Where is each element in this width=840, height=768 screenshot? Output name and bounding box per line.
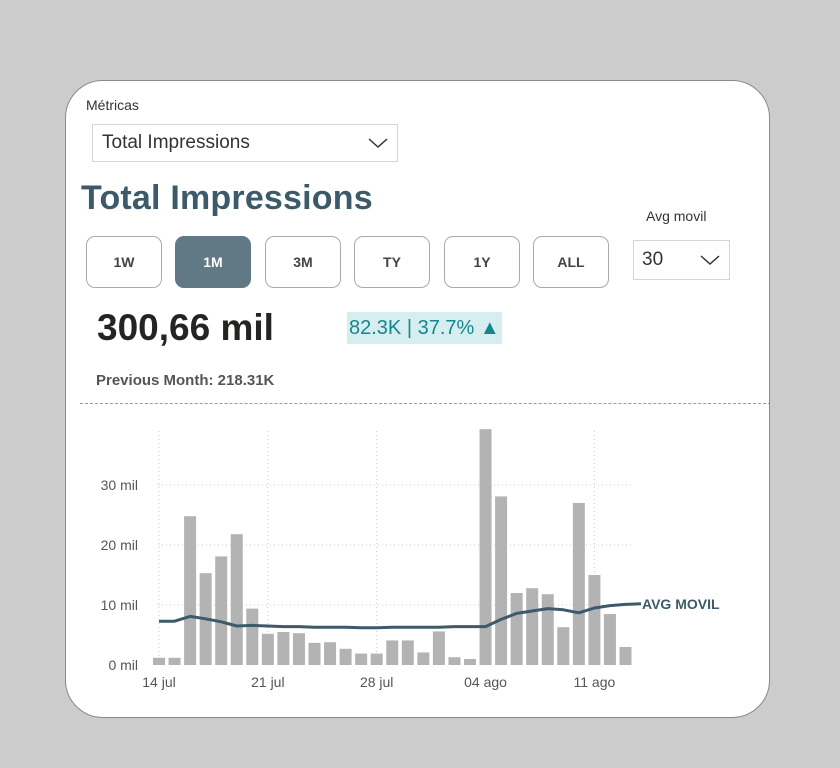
x-tick-label: 28 jul [360, 674, 393, 690]
y-tick-label: 10 mil [101, 597, 138, 613]
kpi-value: 300,66 mil [97, 307, 274, 348]
x-tick-label: 14 jul [142, 674, 175, 690]
x-tick-label: 04 ago [464, 674, 507, 690]
bar [603, 614, 616, 665]
divider [80, 403, 769, 404]
bar [510, 593, 523, 665]
avg-movil-label: Avg movil [646, 208, 707, 224]
bar [168, 657, 181, 665]
bar [572, 503, 585, 665]
impressions-card: Métricas Total Impressions Total Impress… [65, 80, 770, 718]
y-tick-label: 20 mil [101, 537, 138, 553]
bar [401, 640, 414, 665]
chevron-down-icon [700, 255, 720, 266]
previous-month-value: Previous Month: 218.31K [96, 372, 275, 389]
bar [557, 627, 570, 665]
bar [246, 608, 259, 665]
avg-movil-dropdown[interactable]: 30 [633, 240, 730, 280]
impressions-chart: 0 mil 10 mil 20 mil 30 mil 14 jul 21 jul 28 ju… [101, 429, 720, 690]
bar [526, 588, 539, 665]
bar [619, 647, 632, 665]
metric-filter-label: Métricas [86, 97, 139, 113]
range-button-all[interactable]: ALL [533, 236, 609, 288]
bar [588, 575, 601, 665]
y-tick-label: 0 mil [108, 657, 138, 673]
bar [432, 631, 445, 665]
bar [464, 659, 476, 665]
chevron-down-icon [368, 138, 388, 149]
bar [479, 429, 492, 665]
range-button-1m[interactable]: 1M [175, 236, 251, 288]
series-label: AVG MOVIL [642, 596, 720, 612]
range-button-1w[interactable]: 1W [86, 236, 162, 288]
metric-dropdown-value: Total Impressions [102, 132, 250, 153]
avg-movil-value: 30 [642, 249, 664, 270]
kpi-delta-badge: 82.3K | 37.7% ▲ [347, 312, 502, 344]
bar [230, 534, 243, 665]
range-button-1y[interactable]: 1Y [444, 236, 520, 288]
y-tick-label: 30 mil [101, 477, 138, 493]
range-button-3m[interactable]: 3M [265, 236, 341, 288]
bar [339, 648, 352, 665]
bar [495, 496, 508, 665]
page-title: Total Impressions [81, 179, 373, 217]
x-tick-label: 11 ago [574, 674, 616, 690]
range-button-ty[interactable]: TY [354, 236, 430, 288]
bar [292, 633, 305, 665]
bar [215, 556, 228, 665]
bar [261, 633, 274, 665]
bar [355, 653, 368, 665]
bar [324, 642, 337, 665]
bar [541, 594, 554, 665]
bar [386, 640, 399, 665]
bar [448, 657, 461, 665]
bar [184, 516, 197, 665]
metric-dropdown[interactable]: Total Impressions [92, 124, 398, 162]
bar [370, 653, 383, 665]
bar [277, 632, 290, 665]
bar [153, 657, 165, 665]
x-tick-label: 21 jul [251, 674, 284, 690]
bar [417, 652, 430, 665]
bar [308, 642, 321, 665]
